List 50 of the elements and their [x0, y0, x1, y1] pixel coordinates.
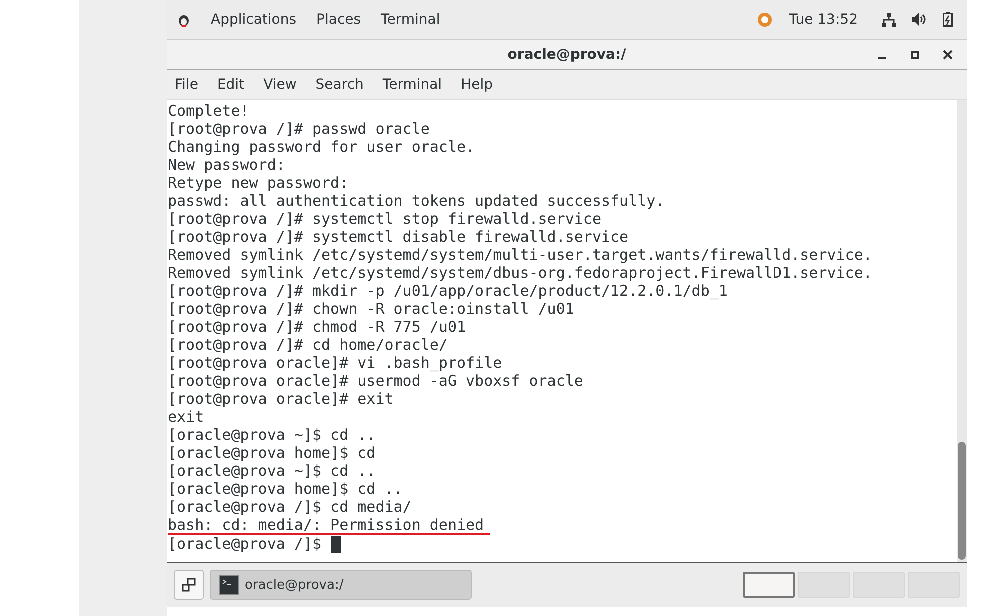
- menu-item[interactable]: Terminal: [382, 76, 442, 92]
- panel-menu[interactable]: Applications: [211, 12, 297, 28]
- network-icon[interactable]: [882, 12, 896, 26]
- maximize-icon[interactable]: [911, 51, 919, 59]
- windows-icon: [182, 578, 196, 592]
- close-icon[interactable]: [943, 50, 953, 60]
- scrollbar[interactable]: [957, 100, 967, 562]
- terminal-line: [root@prova /]# cd home/oracle/: [168, 336, 449, 354]
- terminal-icon: [219, 575, 239, 595]
- window-title: oracle@prova:/: [508, 46, 626, 62]
- terminal-line: [root@prova oracle]# usermod -aG vboxsf oracle: [168, 372, 584, 390]
- terminal-prompt: [oracle@prova /]$: [168, 535, 322, 553]
- terminal-line: [oracle@prova /]$ cd media/: [168, 498, 413, 516]
- terminal-line: passwd: all authentication tokens updated successfully.: [168, 192, 666, 210]
- menu-item[interactable]: File: [175, 76, 198, 92]
- menu-item[interactable]: Search: [316, 76, 364, 92]
- terminal-line: Changing password for user oracle.: [168, 138, 476, 156]
- menu-item[interactable]: Edit: [217, 76, 245, 92]
- terminal-line: [root@prova /]# chmod -R 775 /u01: [168, 318, 468, 336]
- terminal-line: Retype new password:: [168, 174, 350, 192]
- terminal-line: [root@prova /]# systemctl stop firewalld.service: [168, 210, 602, 228]
- terminal-line: exit: [168, 408, 206, 426]
- menu-item[interactable]: View: [264, 76, 297, 92]
- terminal-line: [root@prova /]# systemctl disable firewalld.service: [168, 228, 630, 246]
- text-cursor: [330, 536, 341, 552]
- terminal-line: [root@prova oracle]# vi .bash_profile: [168, 354, 504, 372]
- battery-icon[interactable]: [943, 12, 953, 27]
- terminal-line: [root@prova /]# passwd oracle: [168, 120, 431, 138]
- clock[interactable]: Tue 13:52: [789, 12, 858, 28]
- terminal-line: [root@prova oracle]# exit: [168, 390, 395, 408]
- terminal-line: [oracle@prova ~]$ cd ..: [168, 426, 377, 444]
- panel-menu[interactable]: Places: [316, 12, 362, 28]
- terminal-line: [root@prova /]# mkdir -p /u01/app/oracle/product/12.2.0.1/db_1: [168, 282, 729, 300]
- taskbar-window-button[interactable]: oracle@prova:/: [210, 570, 472, 600]
- terminal-line: Removed symlink /etc/systemd/system/multi-user.target.wants/firewalld.service.: [168, 246, 874, 264]
- workspace-button[interactable]: [743, 572, 795, 598]
- menu-item[interactable]: Help: [461, 76, 493, 92]
- volume-icon[interactable]: [912, 13, 927, 26]
- scrollbar-thumb[interactable]: [958, 442, 966, 560]
- show-desktop-button[interactable]: [174, 570, 204, 600]
- terminal-line: [oracle@prova home]$ cd: [168, 444, 377, 462]
- terminal-line: bash: cd: media/: Permission denied: [168, 517, 490, 535]
- terminal-line: [oracle@prova home]$ cd ..: [168, 480, 404, 498]
- terminal-line: Complete!: [168, 102, 250, 120]
- terminal-line: [root@prova /]# chown -R oracle:oinstall /u01: [168, 300, 576, 318]
- terminal-line: New password:: [168, 156, 286, 174]
- panel-menu[interactable]: Terminal: [381, 12, 440, 28]
- app-indicator-icon[interactable]: [757, 12, 774, 28]
- terminal-line: [oracle@prova ~]$ cd ..: [168, 462, 377, 480]
- terminal-line: Removed symlink /etc/systemd/system/dbus-org.fedoraproject.FirewallD1.service.: [168, 264, 874, 282]
